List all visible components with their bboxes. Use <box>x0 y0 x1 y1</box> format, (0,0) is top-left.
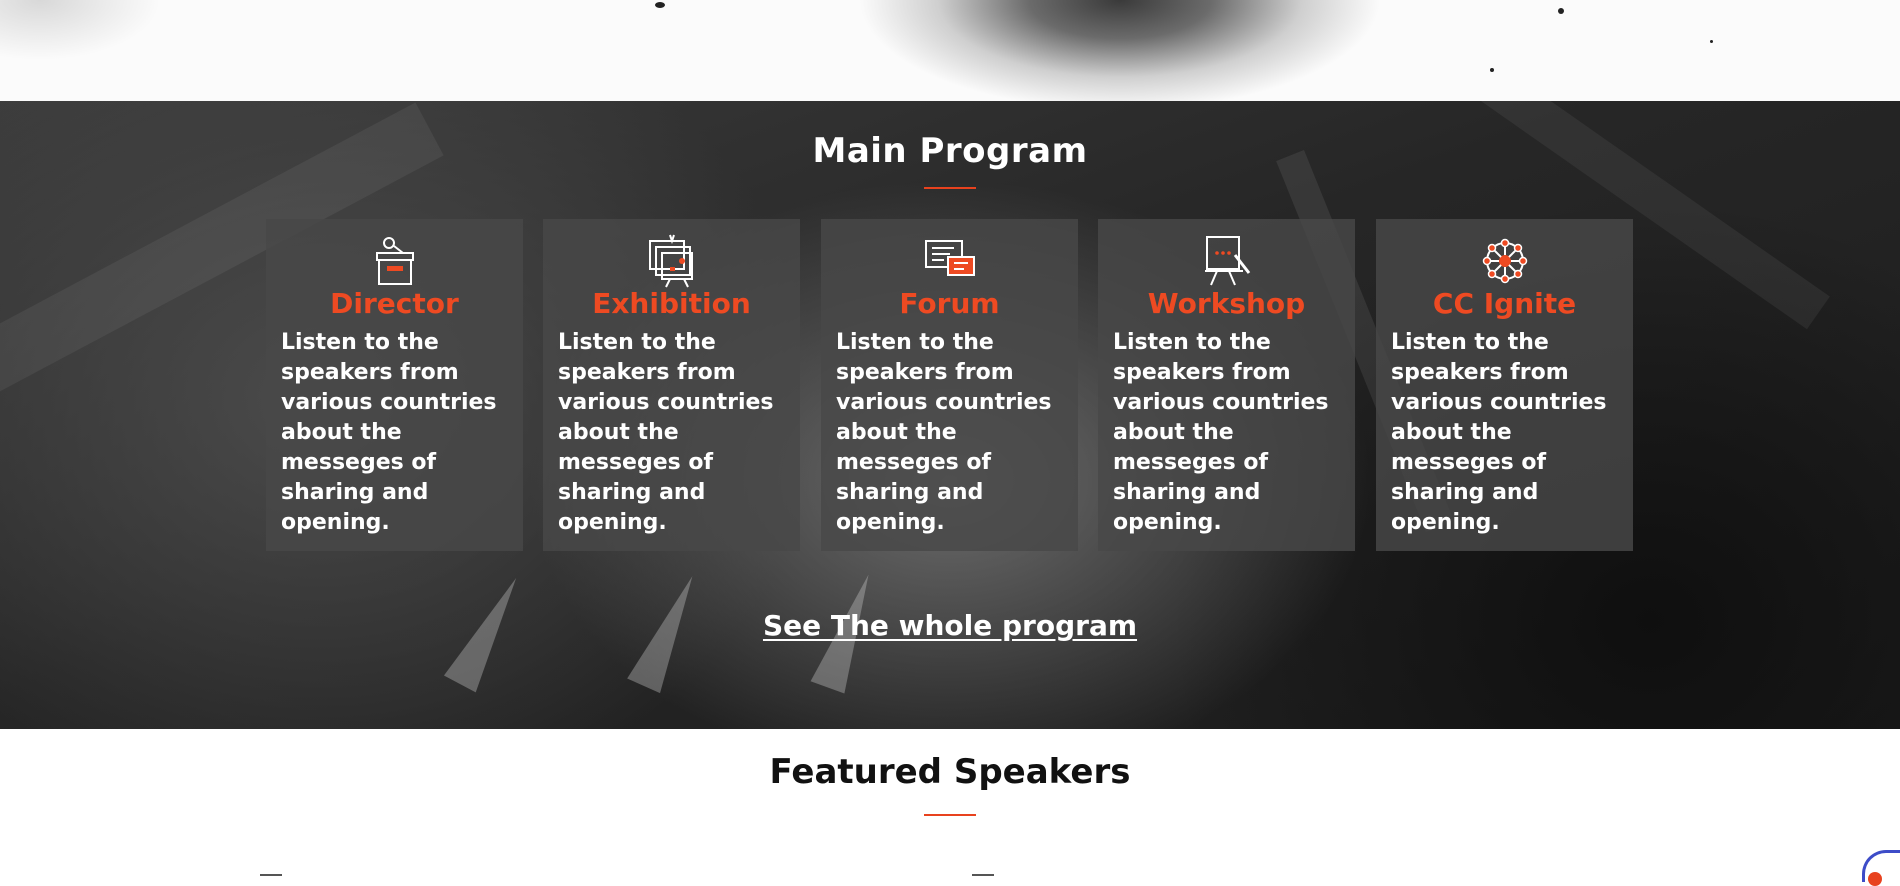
program-card-workshop[interactable]: Workshop Listen to the speakers from var… <box>1098 219 1355 551</box>
card-title: Exhibition <box>592 287 751 320</box>
card-description: Listen to the speakers from various coun… <box>558 330 774 535</box>
podium-icon <box>375 237 414 285</box>
card-title: CC Ignite <box>1432 287 1577 320</box>
notification-badge <box>1868 872 1882 886</box>
speaker-card-peek <box>260 874 282 884</box>
speaker-card-peek <box>972 874 994 884</box>
program-card-cc-ignite[interactable]: CC Ignite Listen to the speakers from va… <box>1376 219 1633 551</box>
section-title: Main Program <box>812 131 1088 171</box>
network-icon <box>1482 238 1527 284</box>
program-card-forum[interactable]: Forum Listen to the speakers from variou… <box>821 219 1078 551</box>
card-description: Listen to the speakers from various coun… <box>1113 330 1329 535</box>
main-program-section: Main Program Director Listen to the spea… <box>0 101 1900 729</box>
title-underline <box>924 814 976 816</box>
card-description: Listen to the speakers from various coun… <box>836 330 1052 535</box>
card-title: Workshop <box>1147 287 1306 320</box>
see-whole-program-link[interactable]: See The whole program <box>0 609 1900 642</box>
featured-speakers-title: Featured Speakers <box>769 752 1131 792</box>
card-description: Listen to the speakers from various coun… <box>1391 330 1607 535</box>
program-card-exhibition[interactable]: Exhibition Listen to the speakers from v… <box>543 219 800 551</box>
program-card-director[interactable]: Director Listen to the speakers from var… <box>266 219 523 551</box>
card-description: Listen to the speakers from various coun… <box>281 330 497 535</box>
hero-image-bottom <box>0 0 1900 101</box>
gallery-frames-icon <box>648 234 693 288</box>
card-title: Forum <box>899 287 1000 320</box>
title-underline <box>924 187 976 189</box>
card-title: Director <box>330 287 459 320</box>
easel-icon <box>1204 236 1250 286</box>
chat-bubbles-icon <box>924 240 975 276</box>
